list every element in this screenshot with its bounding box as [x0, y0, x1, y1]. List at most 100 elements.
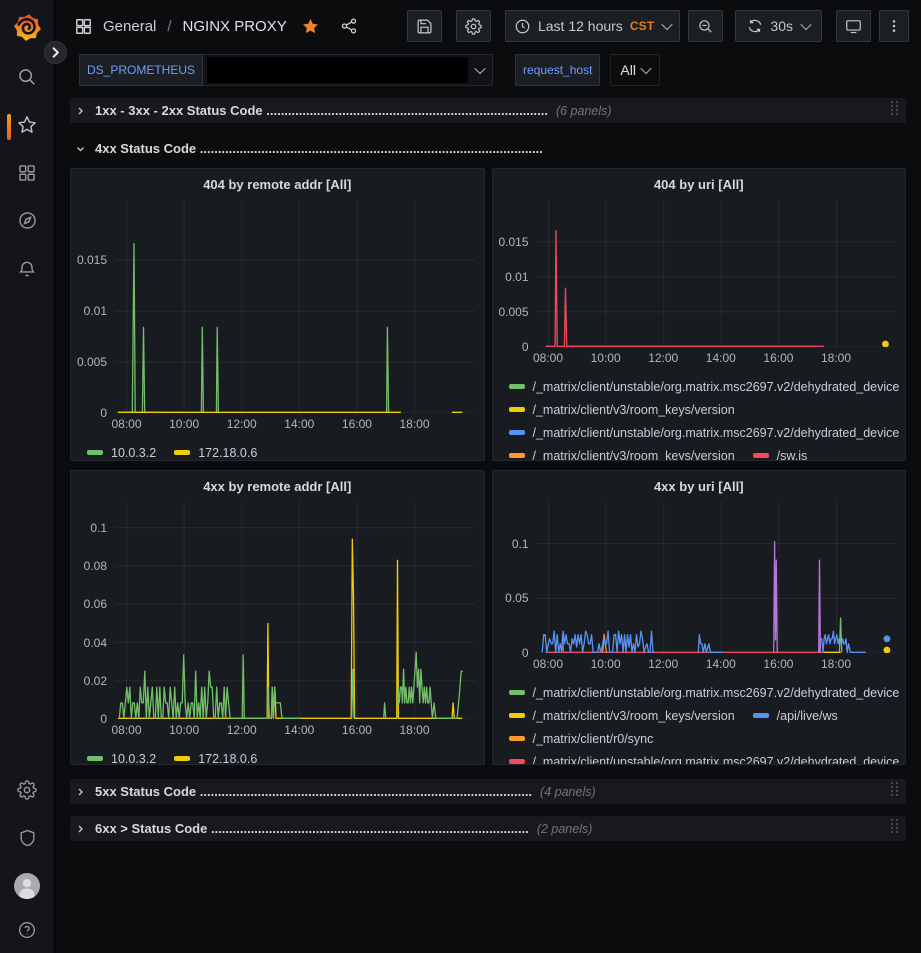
- chart-svg: [115, 501, 475, 719]
- row-drag-handle[interactable]: [891, 819, 900, 839]
- legend-label: 10.0.3.2: [111, 446, 156, 460]
- legend-swatch: [509, 736, 525, 741]
- row-drag-handle[interactable]: [891, 782, 900, 802]
- y-axis: 00.0050.010.015: [71, 199, 115, 413]
- y-tick-label: 0.005: [77, 355, 107, 369]
- legend-item[interactable]: 10.0.3.2: [87, 441, 156, 461]
- series-line-green: [119, 652, 463, 718]
- legend-item[interactable]: /_matrix/client/v3/room_keys/version: [509, 704, 735, 727]
- panel-title[interactable]: 4xx by uri [All]: [493, 471, 906, 501]
- legend-item[interactable]: /_matrix/client/v3/room_keys/version: [509, 398, 735, 421]
- sidebar-item-alerting[interactable]: [0, 247, 55, 295]
- x-tick-label: 10:00: [169, 723, 199, 737]
- dashboard-settings-button[interactable]: [456, 10, 491, 42]
- gear-icon: [465, 18, 482, 35]
- clock-icon: [514, 18, 531, 35]
- legend-item[interactable]: /_matrix/client/v3/room_keys/version: [509, 444, 735, 461]
- legend-label: /_matrix/client/r0/sync: [533, 732, 654, 746]
- legend-item[interactable]: /_matrix/client/unstable/org.matrix.msc2…: [509, 421, 900, 444]
- legend-item[interactable]: /sw.js: [753, 444, 808, 461]
- y-tick-label: 0.1: [90, 521, 107, 535]
- breadcrumb-dashboard-title: NGINX PROXY: [183, 18, 287, 35]
- apps-breadcrumb-icon[interactable]: [74, 17, 93, 36]
- sidebar-item-server-admin[interactable]: [0, 816, 55, 864]
- x-tick-label: 08:00: [112, 723, 142, 737]
- x-tick-label: 10:00: [169, 417, 199, 431]
- sidebar-item-explore[interactable]: [0, 199, 55, 247]
- x-tick-label: 14:00: [706, 351, 736, 365]
- legend-label: /_matrix/client/v3/room_keys/version: [533, 449, 735, 462]
- legend-item[interactable]: /_matrix/client/unstable/org.matrix.msc2…: [509, 375, 900, 398]
- legend-item[interactable]: /_matrix/client/unstable/org.matrix.msc2…: [509, 750, 900, 765]
- timezone-label: CST: [630, 19, 655, 33]
- sidebar-item-starred[interactable]: [0, 103, 55, 151]
- datasource-variable-label[interactable]: DS_PROMETHEUS: [79, 54, 203, 86]
- plot-area[interactable]: [537, 199, 897, 347]
- sidebar-item-profile[interactable]: [0, 864, 55, 912]
- sidebar-item-configuration[interactable]: [0, 768, 55, 816]
- legend-swatch: [509, 759, 525, 764]
- tv-mode-button[interactable]: [836, 10, 871, 42]
- request-host-variable-label[interactable]: request_host: [515, 54, 600, 86]
- panel-title[interactable]: 404 by uri [All]: [493, 169, 906, 199]
- legend-item[interactable]: 172.18.0.6: [174, 747, 257, 765]
- sidebar-expand-button[interactable]: [44, 41, 67, 64]
- x-tick-label: 18:00: [400, 417, 430, 431]
- dashboard-row-expanded[interactable]: 4xx Status Code ........................…: [70, 136, 906, 161]
- panel-legend: /_matrix/client/unstable/org.matrix.msc2…: [493, 673, 906, 765]
- legend-item[interactable]: /_matrix/client/unstable/org.matrix.msc2…: [509, 681, 900, 704]
- legend-label: /_matrix/client/unstable/org.matrix.msc2…: [533, 380, 900, 394]
- zoom-out-button[interactable]: [688, 10, 723, 42]
- legend-label: 172.18.0.6: [198, 752, 257, 766]
- breadcrumb-folder[interactable]: General: [103, 18, 156, 35]
- plot-area[interactable]: [115, 199, 475, 413]
- x-tick-label: 18:00: [821, 351, 851, 365]
- legend-item[interactable]: 172.18.0.6: [174, 441, 257, 461]
- legend-swatch: [509, 384, 525, 389]
- y-axis: 00.0050.010.015: [493, 199, 537, 347]
- legend-item[interactable]: /_matrix/client/r0/sync: [509, 727, 654, 750]
- panel-title[interactable]: 4xx by remote addr [All]: [71, 471, 484, 501]
- x-tick-label: 16:00: [763, 657, 793, 671]
- plot-area[interactable]: [537, 501, 897, 653]
- datasource-variable-select[interactable]: [203, 54, 493, 86]
- help-icon: [17, 920, 37, 945]
- y-tick-label: 0.01: [84, 304, 107, 318]
- save-dashboard-button[interactable]: [407, 10, 442, 42]
- x-tick-label: 12:00: [648, 351, 678, 365]
- search-icon: [16, 66, 38, 93]
- share-icon[interactable]: [340, 17, 358, 35]
- chevron-down-icon: [76, 144, 85, 153]
- sidebar-item-dashboards[interactable]: [0, 151, 55, 199]
- favorite-star-icon[interactable]: [301, 17, 320, 36]
- legend-swatch: [174, 450, 190, 455]
- row-title: 1xx - 3xx - 2xx Status Code ............…: [95, 103, 548, 118]
- sidebar-item-search[interactable]: [0, 55, 55, 103]
- chevron-down-icon: [474, 63, 485, 74]
- x-tick-label: 16:00: [342, 417, 372, 431]
- plot-area[interactable]: [115, 501, 475, 719]
- dashboard-row-collapsed[interactable]: 6xx > Status Code ......................…: [70, 816, 906, 841]
- series-point-blue: [883, 635, 890, 642]
- y-tick-label: 0.015: [498, 235, 528, 249]
- breadcrumb: General / NGINX PROXY: [74, 17, 358, 36]
- legend-item[interactable]: /api/live/ws: [753, 704, 838, 727]
- chevron-right-icon: [76, 106, 85, 115]
- panel-title[interactable]: 404 by remote addr [All]: [71, 169, 484, 199]
- kebab-menu-button[interactable]: [879, 10, 909, 42]
- y-tick-label: 0.06: [84, 597, 107, 611]
- dashboard-row-collapsed[interactable]: 1xx - 3xx - 2xx Status Code ............…: [70, 98, 906, 123]
- legend-item[interactable]: 10.0.3.2: [87, 747, 156, 765]
- panel: 404 by uri [All]00.0050.010.01508:0010:0…: [492, 168, 907, 461]
- time-range-picker[interactable]: Last 12 hours CST: [505, 10, 680, 42]
- refresh-interval-label: 30s: [770, 18, 793, 34]
- refresh-button-group[interactable]: 30s: [735, 10, 822, 42]
- dashboard-row-collapsed[interactable]: 5xx Status Code ........................…: [70, 779, 906, 804]
- y-tick-label: 0: [100, 712, 107, 726]
- active-indicator: [7, 114, 11, 140]
- x-tick-label: 16:00: [763, 351, 793, 365]
- sidebar-item-help[interactable]: [0, 912, 55, 953]
- request-host-variable-select[interactable]: All: [610, 54, 660, 86]
- row-drag-handle[interactable]: [891, 101, 900, 121]
- x-tick-label: 18:00: [400, 723, 430, 737]
